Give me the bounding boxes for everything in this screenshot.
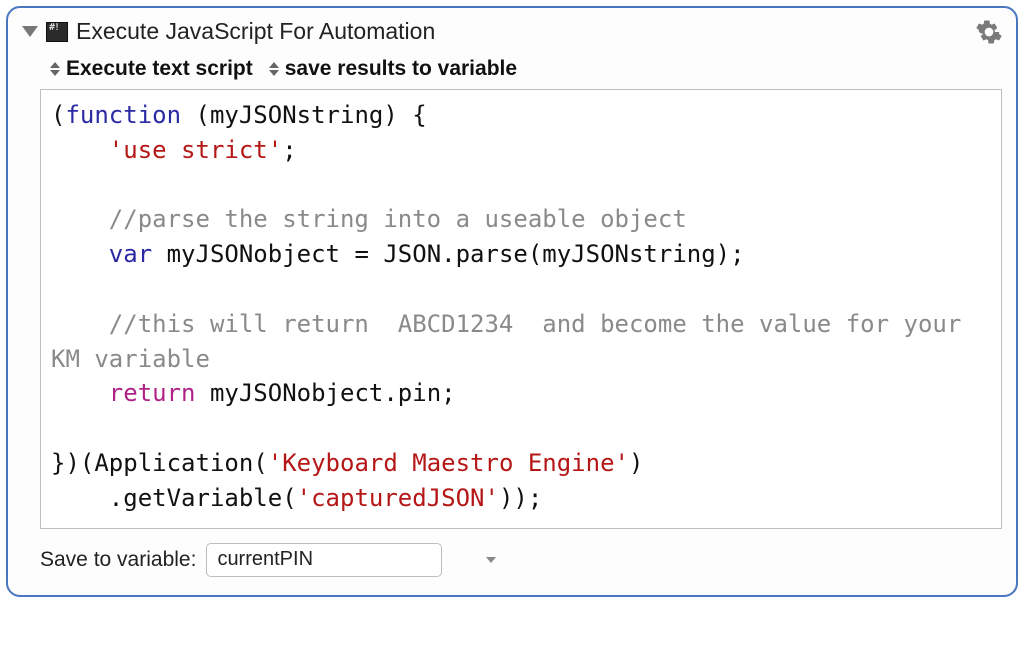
stepper-output[interactable] xyxy=(269,62,279,76)
disclosure-triangle[interactable] xyxy=(22,26,38,37)
terminal-icon xyxy=(46,22,68,42)
script-text-field[interactable]: (function (myJSONstring) { 'use strict';… xyxy=(40,89,1002,529)
option-mode[interactable]: Execute text script xyxy=(66,57,253,81)
option-output[interactable]: save results to variable xyxy=(285,57,517,81)
action-panel: Execute JavaScript For Automation Execut… xyxy=(6,6,1018,597)
action-title: Execute JavaScript For Automation xyxy=(76,18,968,45)
action-header: Execute JavaScript For Automation xyxy=(22,18,1002,45)
variable-combobox[interactable] xyxy=(206,543,442,577)
stepper-mode[interactable] xyxy=(50,62,60,76)
variable-input[interactable] xyxy=(217,548,482,571)
save-row: Save to variable: xyxy=(40,543,1002,577)
options-row: Execute text script save results to vari… xyxy=(50,57,1002,81)
save-to-variable-label: Save to variable: xyxy=(40,548,196,572)
gear-icon[interactable] xyxy=(976,19,1002,45)
chevron-down-icon[interactable] xyxy=(486,557,496,563)
